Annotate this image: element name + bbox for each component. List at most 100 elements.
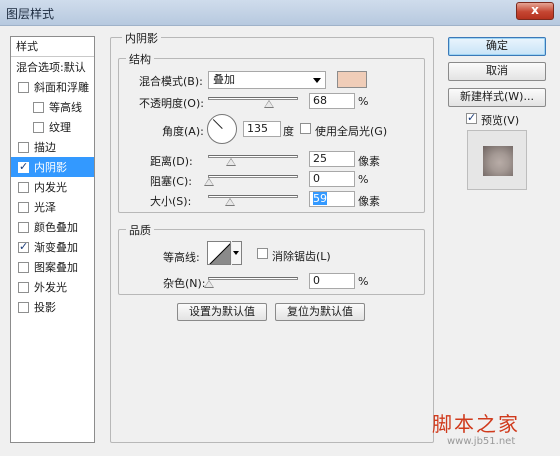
watermark-logo: 脚本之家 [432,412,520,436]
style-preview [467,130,527,190]
texture-checkbox[interactable] [33,121,44,133]
blend-mode-value: 叠加 [213,73,235,86]
contour-picker[interactable] [207,241,231,265]
inner-shadow-checkbox[interactable] [18,160,29,173]
contour-curve-icon [209,243,230,264]
style-item-label: 渐变叠加 [34,241,78,254]
style-item-satin[interactable]: 光泽 [11,197,94,217]
angle-label: 角度(A): [162,125,204,138]
style-item-inner-shadow[interactable]: 内阴影 [11,157,94,177]
choke-slider-thumb[interactable] [204,178,214,186]
style-item-label: 斜面和浮雕 [34,81,89,94]
style-item-bevel-emboss[interactable]: 斜面和浮雕 [11,77,94,97]
satin-checkbox[interactable] [18,201,29,213]
close-button[interactable]: x [516,2,554,20]
style-item-label: 内发光 [34,181,67,194]
blend-options-label: 混合选项:默认 [16,61,86,74]
size-input[interactable]: 59 [309,191,355,207]
color-overlay-checkbox[interactable] [18,221,29,233]
size-unit: 像素 [358,195,380,208]
style-list-header[interactable]: 样式 [11,37,94,57]
choke-input[interactable]: 0 [309,171,355,187]
style-item-drop-shadow[interactable]: 投影 [11,297,94,317]
noise-label: 杂色(N): [163,277,206,290]
style-item-stroke[interactable]: 描边 [11,137,94,157]
new-style-button[interactable]: 新建样式(W)... [448,88,546,107]
size-slider-thumb[interactable] [225,198,235,206]
outer-glow-checkbox[interactable] [18,281,29,293]
choke-label: 阻塞(C): [150,175,192,188]
size-slider[interactable] [208,195,298,206]
style-item-label: 内阴影 [34,161,67,174]
noise-value: 0 [313,274,320,287]
choke-slider[interactable] [204,175,298,186]
angle-value: 135 [247,122,268,135]
style-item-pattern-overlay[interactable]: 图案叠加 [11,257,94,277]
size-label: 大小(S): [150,195,192,208]
noise-slider-thumb[interactable] [204,280,214,288]
stroke-checkbox[interactable] [18,141,29,153]
size-value: 59 [313,192,327,205]
window-title: 图层样式 [6,7,55,21]
style-item-inner-glow[interactable]: 内发光 [11,177,94,197]
cancel-button[interactable]: 取消 [448,62,546,81]
make-default-button[interactable]: 设置为默认值 [177,303,267,321]
preview-label: 预览(V) [481,114,520,127]
pattern-overlay-checkbox[interactable] [18,261,29,273]
style-item-label: 图案叠加 [34,261,78,274]
distance-slider[interactable] [208,155,298,166]
antialias-checkbox[interactable] [257,248,268,259]
opacity-slider-thumb[interactable] [264,100,274,108]
noise-slider[interactable] [204,277,298,288]
blend-mode-label: 混合模式(B): [139,75,203,88]
preview-checkbox[interactable] [466,111,477,124]
style-item-label: 描边 [34,141,56,154]
choke-value: 0 [313,172,320,185]
opacity-unit: % [358,95,369,108]
choke-unit: % [358,173,369,186]
opacity-slider[interactable] [208,97,298,108]
distance-unit: 像素 [358,155,380,168]
blend-mode-select[interactable]: 叠加 [208,71,326,89]
contour-label: 等高线: [163,251,200,264]
distance-label: 距离(D): [150,155,193,168]
ok-button[interactable]: 确定 [448,37,546,56]
style-item-contour[interactable]: 等高线 [11,97,94,117]
style-item-label: 颜色叠加 [34,221,78,234]
global-light-label: 使用全局光(G) [315,125,388,138]
blend-options-item[interactable]: 混合选项:默认 [11,57,94,77]
gradient-overlay-checkbox[interactable] [18,240,29,253]
close-icon: x [531,3,539,17]
shadow-color-swatch[interactable] [337,71,367,88]
style-list: 样式 混合选项:默认 斜面和浮雕 等高线 纹理 描边 内阴影 内发光 光泽 颜色… [10,36,95,443]
angle-needle [212,119,223,129]
structure-title: 结构 [126,51,154,67]
panel-title: 内阴影 [122,30,161,46]
noise-unit: % [358,275,369,288]
angle-dial[interactable] [207,114,237,144]
opacity-input[interactable]: 68 [309,93,355,109]
style-item-gradient-overlay[interactable]: 渐变叠加 [11,237,94,257]
distance-slider-thumb[interactable] [226,158,236,166]
watermark-url: www.jb51.net [447,436,516,447]
bevel-emboss-checkbox[interactable] [18,81,29,93]
style-item-color-overlay[interactable]: 颜色叠加 [11,217,94,237]
contour-checkbox[interactable] [33,101,44,113]
style-item-label: 纹理 [49,121,71,134]
contour-dropdown[interactable] [232,241,242,265]
style-item-texture[interactable]: 纹理 [11,117,94,137]
quality-title: 品质 [126,222,154,238]
angle-input[interactable]: 135 [243,121,281,137]
opacity-label: 不透明度(O): [139,97,204,110]
global-light-checkbox[interactable] [300,123,311,134]
style-item-label: 投影 [34,301,56,314]
drop-shadow-checkbox[interactable] [18,301,29,313]
noise-input[interactable]: 0 [309,273,355,289]
distance-input[interactable]: 25 [309,151,355,167]
inner-glow-checkbox[interactable] [18,181,29,193]
style-item-outer-glow[interactable]: 外发光 [11,277,94,297]
preview-swatch [483,146,513,176]
style-item-label: 外发光 [34,281,67,294]
chevron-down-icon [313,78,321,83]
reset-default-button[interactable]: 复位为默认值 [275,303,365,321]
